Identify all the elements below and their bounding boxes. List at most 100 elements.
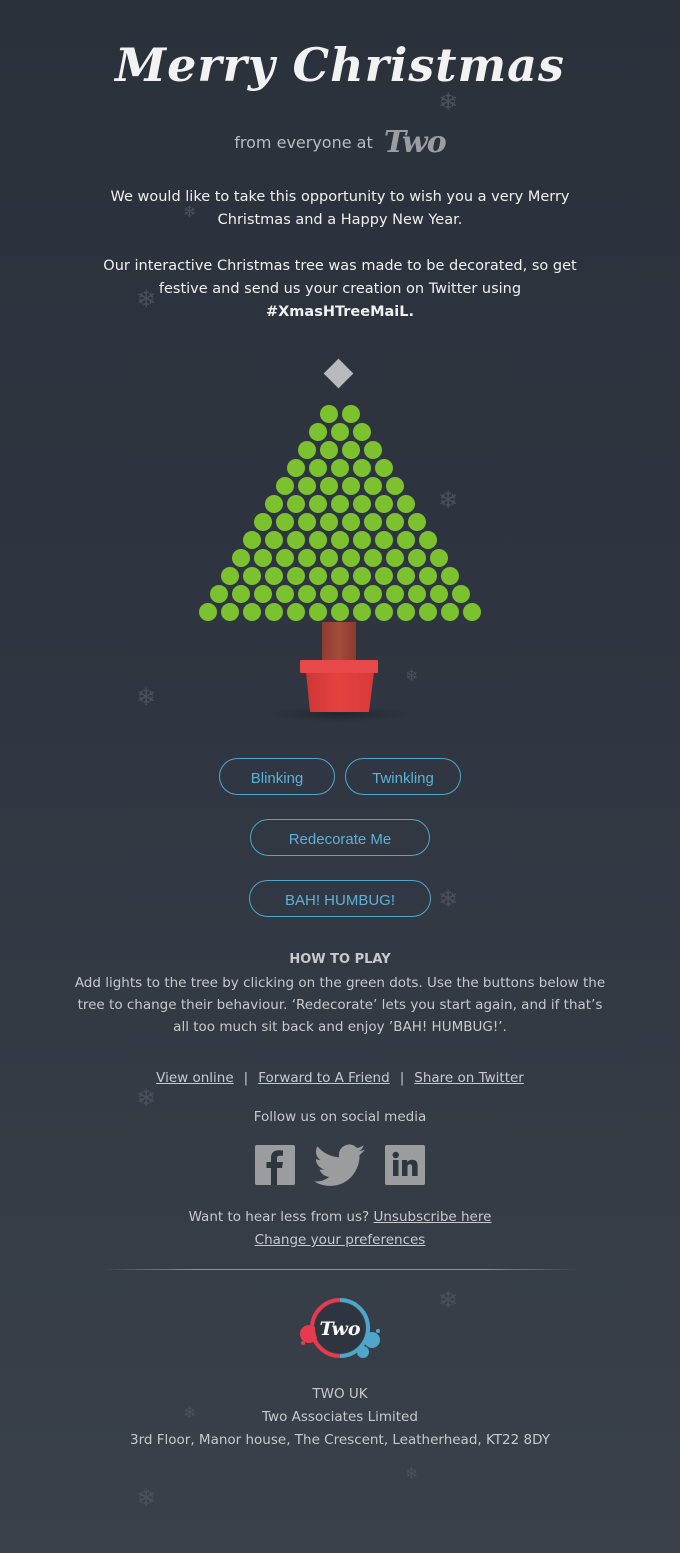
tree-light-dot[interactable]: [342, 549, 360, 567]
tree-light-dot[interactable]: [232, 549, 250, 567]
view-online-link[interactable]: View online: [156, 1070, 234, 1086]
tree-light-dot[interactable]: [221, 567, 239, 585]
tree-light-dot[interactable]: [287, 459, 305, 477]
tree-light-dot[interactable]: [287, 531, 305, 549]
tree-light-dot[interactable]: [254, 549, 272, 567]
tree-light-dot[interactable]: [298, 549, 316, 567]
tree-light-dot[interactable]: [375, 495, 393, 513]
tree-light-dot[interactable]: [232, 585, 250, 603]
tree-star[interactable]: [323, 358, 354, 389]
tree-light-dot[interactable]: [265, 603, 283, 621]
tree-light-dot[interactable]: [320, 405, 338, 423]
tree-light-dot[interactable]: [243, 567, 261, 585]
tree-light-dot[interactable]: [375, 459, 393, 477]
tree-light-dot[interactable]: [342, 405, 360, 423]
tree-light-dot[interactable]: [243, 603, 261, 621]
tree-light-dot[interactable]: [353, 423, 371, 441]
tree-light-dot[interactable]: [353, 531, 371, 549]
tree-light-dot[interactable]: [287, 567, 305, 585]
tree-light-dot[interactable]: [430, 585, 448, 603]
tree-light-dot[interactable]: [342, 441, 360, 459]
tree-light-dot[interactable]: [408, 585, 426, 603]
tree-light-dot[interactable]: [287, 603, 305, 621]
tree-light-dot[interactable]: [199, 603, 217, 621]
tree-light-dot[interactable]: [320, 477, 338, 495]
tree-light-dot[interactable]: [210, 585, 228, 603]
facebook-link[interactable]: [255, 1145, 295, 1189]
tree-light-dot[interactable]: [276, 585, 294, 603]
tree-light-dot[interactable]: [331, 567, 349, 585]
tree-light-dot[interactable]: [364, 585, 382, 603]
tree-light-dot[interactable]: [397, 531, 415, 549]
tree-light-dot[interactable]: [342, 585, 360, 603]
unsubscribe-link[interactable]: Unsubscribe here: [373, 1209, 491, 1225]
tree-light-dot[interactable]: [276, 477, 294, 495]
tree-light-dot[interactable]: [342, 477, 360, 495]
tree-light-dot[interactable]: [397, 603, 415, 621]
tree-light-dot[interactable]: [309, 567, 327, 585]
tree-light-dot[interactable]: [309, 459, 327, 477]
tree-light-dot[interactable]: [386, 513, 404, 531]
tree-light-dot[interactable]: [419, 567, 437, 585]
tree-light-dot[interactable]: [265, 495, 283, 513]
tree-light-dot[interactable]: [364, 441, 382, 459]
tree-light-dot[interactable]: [298, 441, 316, 459]
tree-light-dot[interactable]: [243, 531, 261, 549]
tree-light-dot[interactable]: [364, 513, 382, 531]
tree-light-dot[interactable]: [430, 549, 448, 567]
tree-light-dot[interactable]: [331, 423, 349, 441]
tree-light-dot[interactable]: [254, 513, 272, 531]
tree-light-dot[interactable]: [320, 549, 338, 567]
tree-light-dot[interactable]: [386, 549, 404, 567]
tree-light-dot[interactable]: [309, 531, 327, 549]
tree-light-dot[interactable]: [364, 549, 382, 567]
tree-light-dot[interactable]: [386, 585, 404, 603]
tree-light-dot[interactable]: [276, 513, 294, 531]
tree-light-dot[interactable]: [309, 423, 327, 441]
tree-light-dot[interactable]: [397, 567, 415, 585]
tree-light-dot[interactable]: [309, 495, 327, 513]
tree-light-dot[interactable]: [298, 477, 316, 495]
tree-light-dot[interactable]: [353, 459, 371, 477]
forward-friend-link[interactable]: Forward to A Friend: [258, 1070, 389, 1086]
change-preferences-link[interactable]: Change your preferences: [255, 1232, 426, 1248]
share-twitter-link[interactable]: Share on Twitter: [414, 1070, 524, 1086]
tree-light-dot[interactable]: [375, 603, 393, 621]
tree-light-dot[interactable]: [397, 495, 415, 513]
tree-light-dot[interactable]: [265, 531, 283, 549]
twinkling-button[interactable]: Twinkling: [345, 758, 461, 795]
tree-light-dot[interactable]: [342, 513, 360, 531]
tree-light-dot[interactable]: [331, 603, 349, 621]
tree-light-dot[interactable]: [320, 513, 338, 531]
tree-light-dot[interactable]: [353, 495, 371, 513]
tree-light-dot[interactable]: [298, 585, 316, 603]
tree-light-dot[interactable]: [408, 513, 426, 531]
tree-light-dot[interactable]: [452, 585, 470, 603]
tree-light-dot[interactable]: [331, 495, 349, 513]
tree-light-dot[interactable]: [309, 603, 327, 621]
tree-light-dot[interactable]: [331, 459, 349, 477]
blinking-button[interactable]: Blinking: [219, 758, 335, 795]
tree-light-dot[interactable]: [375, 567, 393, 585]
tree-light-dot[interactable]: [419, 531, 437, 549]
tree-light-dot[interactable]: [353, 603, 371, 621]
tree-light-dot[interactable]: [287, 495, 305, 513]
tree-light-dot[interactable]: [408, 549, 426, 567]
humbug-button[interactable]: BAH! HUMBUG!: [249, 880, 431, 917]
tree-light-dot[interactable]: [320, 585, 338, 603]
tree-light-dot[interactable]: [254, 585, 272, 603]
tree-light-dot[interactable]: [353, 567, 371, 585]
tree-light-dot[interactable]: [463, 603, 481, 621]
tree-light-dot[interactable]: [276, 549, 294, 567]
tree-light-dot[interactable]: [320, 441, 338, 459]
twitter-link[interactable]: [313, 1144, 366, 1192]
tree-light-dot[interactable]: [441, 603, 459, 621]
tree-light-dot[interactable]: [419, 603, 437, 621]
tree-light-dot[interactable]: [441, 567, 459, 585]
linkedin-link[interactable]: [385, 1145, 425, 1189]
tree-light-dot[interactable]: [364, 477, 382, 495]
redecorate-button[interactable]: Redecorate Me: [250, 819, 430, 856]
tree-light-dot[interactable]: [386, 477, 404, 495]
tree-light-dot[interactable]: [375, 531, 393, 549]
tree-light-dot[interactable]: [221, 603, 239, 621]
